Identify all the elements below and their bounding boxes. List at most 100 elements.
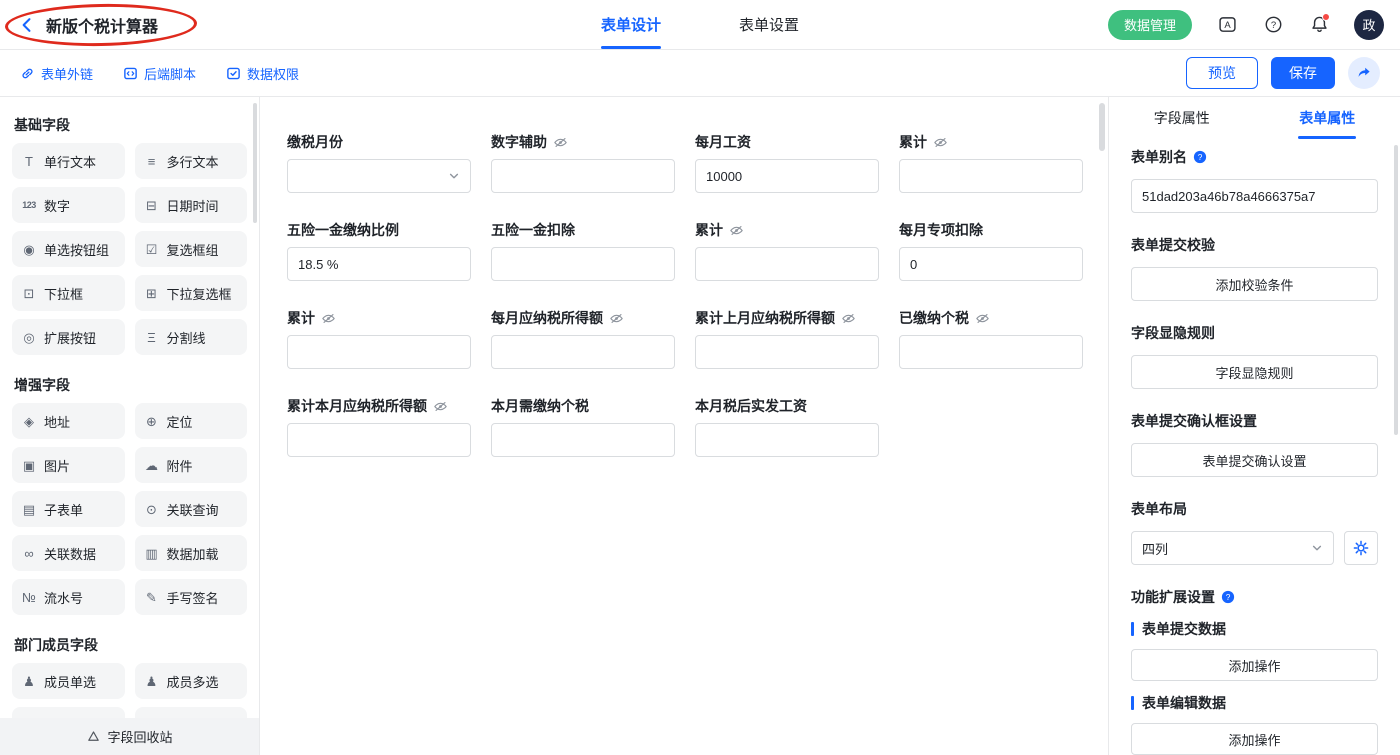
field-input[interactable] <box>899 335 1083 369</box>
sidebar-item-relation-query[interactable]: ⊙关联查询 <box>135 491 248 527</box>
sidebar-item-image[interactable]: ▣ 图片 <box>12 447 125 483</box>
form-field[interactable]: 本月需缴纳个税 <box>491 397 675 457</box>
back-button[interactable] <box>16 14 38 36</box>
sidebar-item-member-single[interactable]: ♟成员单选 <box>12 663 125 699</box>
form-field[interactable]: 每月工资10000 <box>695 133 879 193</box>
help-question-icon[interactable]: ? <box>1221 590 1235 604</box>
form-alias-input[interactable]: 51dad203a46b78a4666375a7 <box>1131 179 1378 213</box>
canvas-scrollbar[interactable] <box>1099 103 1105 151</box>
field-input[interactable] <box>695 423 879 457</box>
sidebar-item-serial-number[interactable]: №流水号 <box>12 579 125 615</box>
datetime-icon: ⊟ <box>143 199 161 212</box>
sidebar-item-address[interactable]: ◈地址 <box>12 403 125 439</box>
toolbar-link-backend-script[interactable]: 后端脚本 <box>123 64 196 83</box>
sidebar-item-label: 日期时间 <box>167 196 219 215</box>
sidebar-item-label: 图片 <box>44 456 70 475</box>
top-header: 新版个税计算器 表单设计表单设置 数据管理 A ? 政 <box>0 0 1400 50</box>
sidebar-item-relation-data[interactable]: ∞关联数据 <box>12 535 125 571</box>
field-input[interactable]: 0 <box>899 247 1083 281</box>
notifications-button[interactable] <box>1308 14 1330 36</box>
back-icon <box>18 16 36 34</box>
form-field[interactable]: 每月应纳税所得额 <box>491 309 675 369</box>
preview-button[interactable]: 预览 <box>1186 57 1258 89</box>
field-input[interactable] <box>695 335 879 369</box>
sidebar-item-radio-group[interactable]: ◉单选按钮组 <box>12 231 125 267</box>
sidebar-item-multi-line-text[interactable]: ≡多行文本 <box>135 143 248 179</box>
panel-button-submit-validation[interactable]: 添加校验条件 <box>1131 267 1378 301</box>
field-input[interactable] <box>287 423 471 457</box>
field-label: 数字辅助 <box>491 132 547 152</box>
field-select[interactable] <box>287 159 471 193</box>
share-button[interactable] <box>1348 57 1380 89</box>
sidebar-item-label: 关联查询 <box>167 500 219 519</box>
help-button[interactable]: ? <box>1262 14 1284 36</box>
form-field[interactable]: 缴税月份 <box>287 133 471 193</box>
field-input[interactable] <box>491 247 675 281</box>
sidebar-item-extend-button[interactable]: ◎扩展按钮 <box>12 319 125 355</box>
help-question-icon[interactable]: ? <box>1193 150 1207 164</box>
avatar[interactable]: 政 <box>1354 10 1384 40</box>
field-input[interactable] <box>899 159 1083 193</box>
toolbar-link-data-permission[interactable]: 数据权限 <box>226 64 299 83</box>
sidebar-item-location[interactable]: ⊕定位 <box>135 403 248 439</box>
field-label: 累计 <box>287 308 315 328</box>
image-icon: ▣ <box>20 459 38 472</box>
sidebar-item-data-load[interactable]: ▥数据加载 <box>135 535 248 571</box>
field-input[interactable] <box>491 423 675 457</box>
ext-sub-button-submit-data[interactable]: 添加操作 <box>1131 649 1378 681</box>
sidebar-scrollbar[interactable] <box>253 103 257 223</box>
eye-off-icon <box>553 135 568 150</box>
save-button[interactable]: 保存 <box>1271 57 1335 89</box>
layout-settings-button[interactable] <box>1344 531 1378 565</box>
form-design-canvas[interactable]: 缴税月份数字辅助每月工资10000累计五险一金缴纳比例18.5 %五险一金扣除累… <box>260 97 1108 755</box>
field-input[interactable]: 10000 <box>695 159 879 193</box>
form-field[interactable]: 累计上月应纳税所得额 <box>695 309 879 369</box>
form-field[interactable]: 五险一金扣除 <box>491 221 675 281</box>
form-field[interactable]: 五险一金缴纳比例18.5 % <box>287 221 471 281</box>
sidebar-item-subform[interactable]: ▤子表单 <box>12 491 125 527</box>
form-field[interactable]: 每月专项扣除0 <box>899 221 1083 281</box>
panel-scrollbar[interactable] <box>1394 145 1398 435</box>
sidebar-item-label: 下拉框 <box>44 284 83 303</box>
form-field[interactable]: 本月税后实发工资 <box>695 397 879 457</box>
sidebar-item-checkbox-group[interactable]: ☑复选框组 <box>135 231 248 267</box>
field-input[interactable]: 18.5 % <box>287 247 471 281</box>
data-manage-button[interactable]: 数据管理 <box>1108 10 1192 40</box>
form-field[interactable]: 已缴纳个税 <box>899 309 1083 369</box>
sidebar-item-number[interactable]: 123数字 <box>12 187 125 223</box>
panel-tab-field-props[interactable]: 字段属性 <box>1109 97 1255 139</box>
form-field[interactable]: 累计 <box>287 309 471 369</box>
panel-button-field-visibility[interactable]: 字段显隐规则 <box>1131 355 1378 389</box>
panel-button-submit-confirm[interactable]: 表单提交确认设置 <box>1131 443 1378 477</box>
toolbar-link-label: 数据权限 <box>247 64 299 83</box>
translate-button[interactable]: A <box>1216 14 1238 36</box>
main-content: 基础字段T单行文本≡多行文本123数字⊟日期时间◉单选按钮组☑复选框组⊡下拉框⊞… <box>0 97 1400 755</box>
panel-tab-form-props[interactable]: 表单属性 <box>1255 97 1400 139</box>
sidebar-item-single-line-text[interactable]: T单行文本 <box>12 143 125 179</box>
header-tab-form-design[interactable]: 表单设计 <box>601 0 661 49</box>
field-input[interactable] <box>491 159 675 193</box>
toolbar-link-form-external-link[interactable]: 表单外链 <box>20 64 93 83</box>
attachment-icon: ☁ <box>143 459 161 472</box>
field-recycle-bin[interactable]: 字段回收站 <box>0 718 259 755</box>
sidebar-item-dropdown[interactable]: ⊡下拉框 <box>12 275 125 311</box>
sidebar-item-divider[interactable]: Ξ分割线 <box>135 319 248 355</box>
form-field[interactable]: 累计 <box>695 221 879 281</box>
form-layout-select[interactable]: 四列 <box>1131 531 1334 565</box>
panel-group-submit-validation: 表单提交校验添加校验条件 <box>1131 235 1378 301</box>
form-field[interactable]: 累计本月应纳税所得额 <box>287 397 471 457</box>
sidebar-item-attachment[interactable]: ☁附件 <box>135 447 248 483</box>
field-input[interactable] <box>695 247 879 281</box>
sidebar-item-dropdown-multi[interactable]: ⊞下拉复选框 <box>135 275 248 311</box>
sidebar-item-member-multi[interactable]: ♟成员多选 <box>135 663 248 699</box>
form-field[interactable]: 累计 <box>899 133 1083 193</box>
sidebar-item-datetime[interactable]: ⊟ 日期时间 <box>135 187 248 223</box>
panel-group-title: 字段显隐规则 <box>1131 323 1378 343</box>
field-input[interactable] <box>287 335 471 369</box>
sidebar-item-signature[interactable]: ✎手写签名 <box>135 579 248 615</box>
ext-sub-button-edit-data[interactable]: 添加操作 <box>1131 723 1378 755</box>
field-input[interactable] <box>491 335 675 369</box>
header-tab-form-settings[interactable]: 表单设置 <box>739 0 799 49</box>
form-field[interactable]: 数字辅助 <box>491 133 675 193</box>
location-icon: ⊕ <box>143 415 161 428</box>
